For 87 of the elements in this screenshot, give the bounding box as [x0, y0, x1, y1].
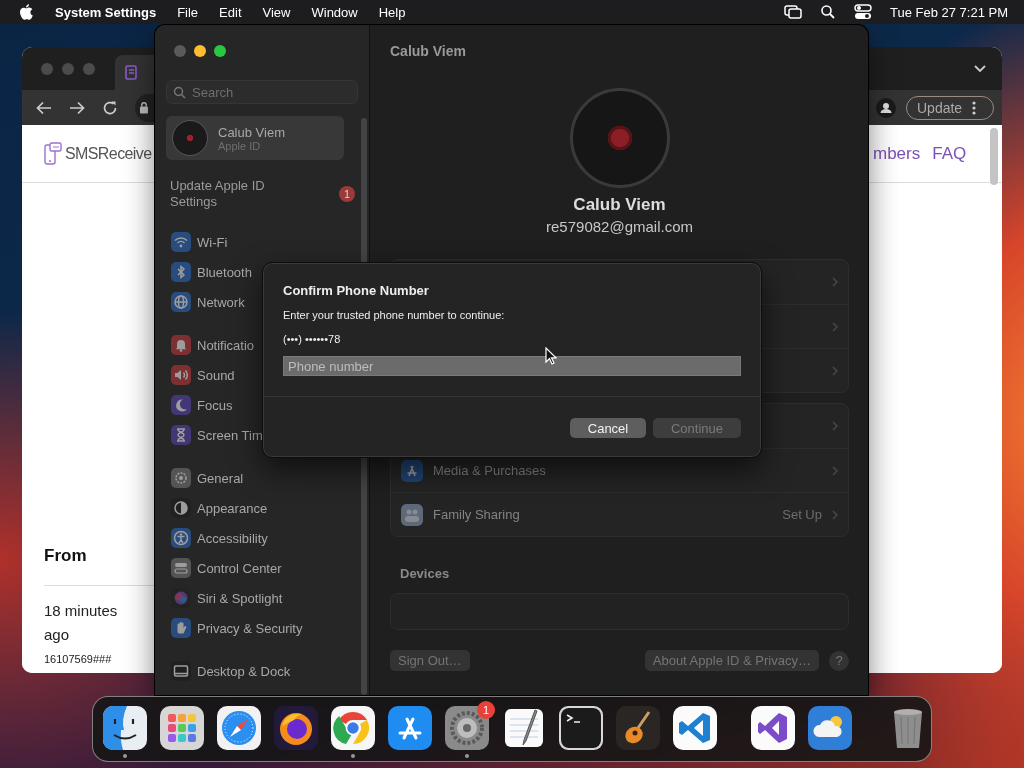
chevron-right-icon [832, 277, 838, 287]
search-icon[interactable] [819, 4, 836, 20]
cloud-icon[interactable] [808, 706, 852, 750]
sidebar-item[interactable]: Sound [166, 360, 237, 390]
profile-icon[interactable] [876, 97, 896, 118]
swirl-icon[interactable] [274, 706, 318, 750]
apple-icon [18, 3, 34, 21]
a-shape-icon [401, 459, 423, 482]
sidebar-item[interactable]: Bluetooth [166, 257, 254, 287]
scrollbar[interactable] [990, 128, 998, 185]
kebab-icon [972, 100, 977, 115]
menu-item[interactable]: Edit [219, 4, 242, 20]
row-value: Set Up [782, 507, 822, 522]
back-arrow-icon[interactable] [36, 100, 52, 115]
dialog-message: Enter your trusted phone number to continue: [283, 308, 506, 322]
sidebar-item[interactable]: Notificatio [166, 330, 257, 360]
update-button[interactable]: Update [906, 95, 994, 120]
window-title: Calub Viem [390, 44, 467, 58]
sidebar-item[interactable]: General [166, 463, 246, 493]
chevron-right-icon [832, 365, 838, 376]
globe-icon [171, 292, 191, 312]
sidebar-item[interactable]: Screen Tim [166, 420, 265, 450]
sidebar-item[interactable]: Network [166, 287, 247, 317]
screen-mirror-icon[interactable] [783, 4, 802, 20]
chevron-right-icon [832, 509, 838, 520]
sidebar-item[interactable]: Wi-Fi [166, 227, 230, 257]
ribbon-icon[interactable] [751, 706, 795, 750]
update-notice[interactable]: Update Apple ID Settings [170, 178, 290, 210]
chevron-right-icon [832, 421, 838, 431]
forward-arrow-icon[interactable] [69, 100, 85, 115]
terminal-icon[interactable] [559, 706, 603, 750]
search-icon [173, 85, 186, 99]
contrast-icon [171, 498, 191, 518]
clock: Tue Feb 27 7:21 PM [889, 4, 1008, 20]
sidebar-item[interactable]: Focus [166, 390, 235, 420]
search-field[interactable]: Search [166, 80, 358, 104]
a-shape-icon[interactable] [388, 706, 432, 750]
window-control[interactable] [194, 45, 206, 57]
gear-icon[interactable] [445, 706, 489, 750]
masked-phone-number: (•••) ••••••78 [283, 332, 342, 346]
profile-name: Calub Viem [573, 195, 666, 215]
notepad-icon[interactable] [502, 706, 546, 750]
ring-icon[interactable] [331, 706, 375, 750]
menu-item[interactable]: File [177, 4, 199, 20]
nav-link[interactable]: FAQ [932, 143, 967, 164]
chevron-right-icon [832, 321, 838, 332]
sidebar-item[interactable]: Appearance [166, 493, 270, 523]
avatar [172, 120, 208, 156]
compass-icon[interactable] [217, 706, 261, 750]
sidebar-item[interactable]: Control Center [166, 553, 284, 583]
sidebar-item[interactable]: Accessibility [166, 523, 270, 553]
dialog-title: Confirm Phone Number [283, 283, 430, 299]
sender-number: 16107569### [44, 653, 113, 665]
app-name: System Settings [55, 4, 157, 20]
ribbon-icon[interactable] [673, 706, 717, 750]
menu-item[interactable]: Window [311, 4, 358, 20]
menu-item[interactable]: View [262, 4, 291, 20]
menu-item[interactable]: Help [378, 4, 406, 20]
chevron-down-icon[interactable] [974, 64, 986, 73]
window-control[interactable] [214, 45, 226, 57]
cursor-icon [545, 347, 557, 365]
nav-link[interactable]: mbers [873, 143, 921, 164]
cancel-button[interactable]: Cancel [570, 418, 646, 438]
reload-icon[interactable] [102, 99, 118, 116]
search-input[interactable]: Search [192, 81, 352, 103]
split-square-icon[interactable] [103, 706, 147, 750]
row-label: Media & Purchases [433, 463, 546, 478]
phone-chat-icon [44, 141, 62, 166]
message-time: 18 minutes ago [44, 601, 119, 645]
sidebar-item[interactable]: Desktop & Dock [166, 656, 293, 686]
guitar-icon[interactable] [616, 706, 660, 750]
phone-number-field[interactable]: Phone number [283, 356, 741, 376]
section-heading: Devices [400, 566, 451, 582]
sidebar-item[interactable]: Privacy & Security [166, 613, 305, 643]
sidebar-item[interactable]: Siri & Spotlight [166, 583, 285, 613]
row-label: Family Sharing [433, 507, 520, 522]
notification-badge: 1 [477, 701, 495, 719]
family-icon [401, 503, 423, 526]
site-logo: SMSReceive [65, 144, 152, 163]
grid-icon[interactable] [160, 706, 204, 750]
column-heading: From [44, 545, 88, 567]
notification-badge: 1 [339, 186, 355, 202]
chevron-right-icon [832, 465, 838, 476]
toggles-icon[interactable] [853, 4, 872, 20]
accessibility-icon [171, 528, 191, 548]
lock-icon [139, 101, 149, 114]
profile-email: re579082@gmail.com [546, 218, 693, 236]
